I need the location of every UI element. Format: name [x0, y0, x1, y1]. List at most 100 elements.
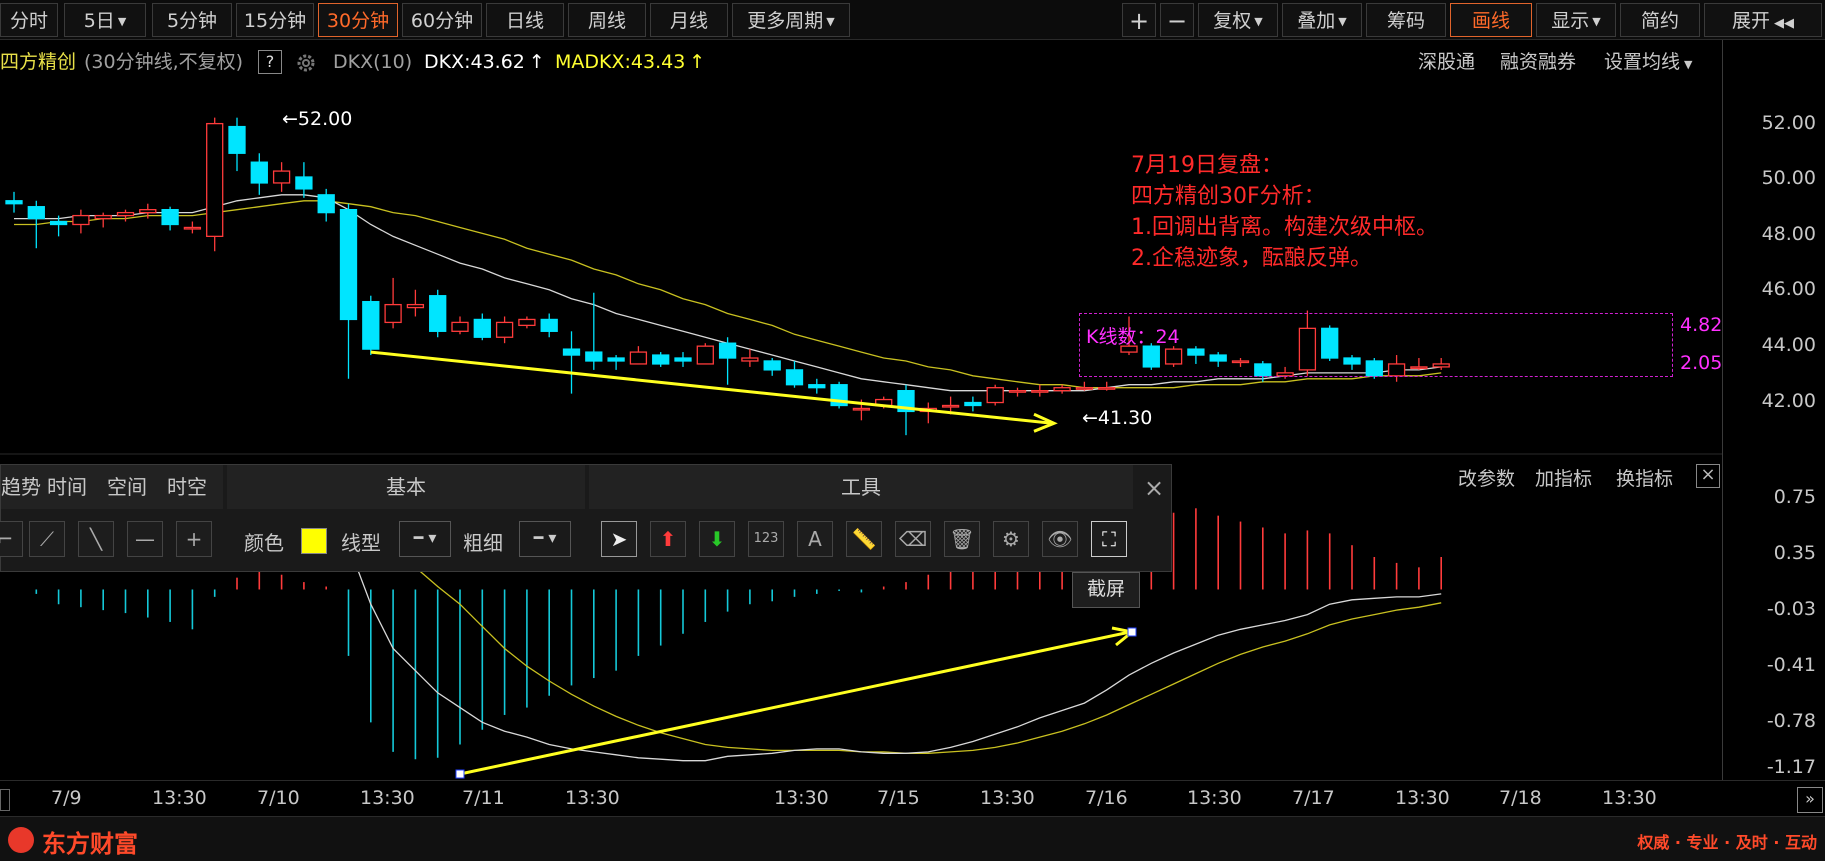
dropdown-icon: ▼ [117, 15, 127, 28]
date-tick: 13:30 [774, 787, 829, 809]
period-label: 分时 [9, 10, 48, 32]
linetype-dropdown[interactable]: ━ ▾ [399, 521, 451, 557]
period-tab-60min[interactable]: 60分钟 [402, 3, 482, 37]
dif-line [14, 544, 1442, 762]
display-button[interactable]: 显示 ▼ [1536, 3, 1616, 37]
crosshair-tool-icon[interactable]: + [176, 521, 212, 557]
madkx-value: MADKX:43.43 ↑ [555, 40, 705, 84]
help-button[interactable]: ? [258, 50, 282, 74]
zoom-out-icon: − [1166, 7, 1188, 35]
period-label: 15分钟 [243, 10, 307, 32]
expand-button[interactable]: 展开 ◀◀ [1704, 3, 1822, 37]
ray-tool-icon[interactable]: ⌐ [0, 521, 23, 557]
margin-trading-link[interactable]: 融资融券 [1500, 40, 1576, 84]
tab-space[interactable]: 空间 [107, 465, 147, 509]
candle-body [473, 318, 491, 338]
dropdown-icon: ▼ [1592, 15, 1601, 28]
date-tick: 7/17 [1292, 787, 1335, 809]
indicator-name[interactable]: DKX(10) [333, 40, 412, 84]
candle-body [339, 209, 358, 321]
tab-trend[interactable]: 趋势 [1, 465, 41, 509]
candle-body [206, 122, 224, 238]
period-tab-more[interactable]: 更多周期 ▼ [732, 3, 850, 37]
overlay-button[interactable]: 叠加 ▼ [1282, 3, 1362, 37]
thickness-dropdown[interactable]: ━ ▾ [519, 521, 571, 557]
period-tab-monthly[interactable]: 月线 [650, 3, 728, 37]
edit-params-link[interactable]: 改参数 [1458, 464, 1515, 491]
eye-icon[interactable]: 👁 [1042, 521, 1078, 557]
dkx-value: DKX:43.62 ↑ [424, 40, 545, 84]
review-annotation[interactable]: 7月19日复盘： 四方精创30F分析： 1.回调出背离。构建次级中枢。 2.企稳… [1131, 150, 1438, 274]
trash-icon[interactable]: 🗑 [944, 521, 980, 557]
screenshot-tool-icon[interactable]: ⛶ [1091, 521, 1127, 557]
number-tool-icon[interactable]: 123 [748, 521, 784, 557]
candle-body [295, 176, 313, 190]
arrow-down-tool-icon[interactable]: ⬇ [699, 521, 735, 557]
annotation-title: 7月19日复盘： [1131, 153, 1283, 178]
dropdown-icon: ▼ [1338, 15, 1347, 28]
hk-connect-link[interactable]: 深股通 [1418, 40, 1475, 84]
zoom-in-button[interactable]: + [1122, 3, 1156, 37]
candlestick-panel[interactable]: ←52.00 ←41.30 7月19日复盘： 四方精创30F分析： 1.回调出背… [0, 84, 1722, 456]
add-indicator-link[interactable]: 加指标 [1535, 464, 1592, 491]
macd-trend-arrow [459, 630, 1131, 776]
color-swatch[interactable] [301, 528, 327, 554]
ma-settings-link[interactable]: 设置均线 ▼ [1604, 40, 1692, 87]
candle-body [429, 295, 447, 332]
candle-body [406, 303, 425, 309]
zoom-out-button[interactable]: − [1160, 3, 1194, 37]
adjust-rights-button[interactable]: 复权 ▼ [1198, 3, 1278, 37]
close-icon[interactable]: × [1696, 464, 1720, 488]
line-tool-icon[interactable]: ╲ [78, 521, 114, 557]
period-tab-intraday[interactable]: 分时 [0, 3, 58, 37]
period-tab-15min[interactable]: 15分钟 [236, 3, 314, 37]
period-tab-5day[interactable]: 5日 ▼ [64, 3, 146, 37]
simple-mode-button[interactable]: 简约 [1620, 3, 1700, 37]
double-chevron-right-icon[interactable]: » [1797, 787, 1823, 813]
date-tick: 13:30 [565, 787, 620, 809]
date-tick: 13:30 [1187, 787, 1242, 809]
thickness-label: 粗细 [463, 531, 503, 555]
period-tab-weekly[interactable]: 周线 [568, 3, 646, 37]
period-tab-30min[interactable]: 30分钟 [318, 3, 398, 37]
eraser-tool-icon[interactable]: ⌫ [895, 521, 931, 557]
candle-body [49, 220, 68, 226]
switch-indicator-link[interactable]: 换指标 [1616, 464, 1673, 491]
settings-tool-icon[interactable]: ⚙ [993, 521, 1029, 557]
candle-body [808, 384, 826, 389]
price-tick: 42.00 [1761, 390, 1816, 412]
arrow-up-tool-icon[interactable]: ⬆ [650, 521, 686, 557]
draw-line-button[interactable]: 画线 [1450, 3, 1532, 37]
date-axis[interactable]: 7/9 13:30 7/10 13:30 7/11 13:30 13:30 7/… [0, 780, 1825, 817]
price-axis[interactable]: 52.00 50.00 48.00 46.00 44.00 42.00 0.75… [1722, 40, 1825, 780]
candle-body [94, 214, 112, 220]
dropdown-icon: ▼ [826, 15, 835, 28]
pointer-tool-icon[interactable]: ➤ [601, 521, 637, 557]
candle-body [317, 194, 335, 214]
candle-body [1098, 387, 1116, 390]
candlestick-chart[interactable] [0, 84, 1722, 456]
kline-count-label: K线数：24 [1086, 326, 1180, 348]
date-tick: 13:30 [360, 787, 415, 809]
segment-tool-icon[interactable]: ⟋ [29, 521, 65, 557]
period-tab-daily[interactable]: 日线 [486, 3, 564, 37]
tab-timespace[interactable]: 时空 [167, 465, 207, 509]
gear-icon[interactable] [295, 52, 317, 74]
candle-body [1053, 387, 1071, 392]
tab-time[interactable]: 时间 [47, 465, 87, 509]
period-tab-5min[interactable]: 5分钟 [152, 3, 232, 37]
macd-tick: -0.78 [1766, 710, 1816, 732]
low-price-text: 41.30 [1097, 407, 1153, 429]
button-label: 复权 [1213, 10, 1252, 32]
text-tool-icon[interactable]: A [797, 521, 833, 557]
scroll-left-handle[interactable] [0, 789, 10, 811]
high-price-text: 52.00 [297, 108, 353, 130]
double-chevron-left-icon: ◀◀ [1774, 16, 1794, 31]
ruler-tool-icon[interactable]: 📏 [846, 521, 882, 557]
horizontal-line-tool-icon[interactable]: — [127, 521, 163, 557]
chips-button[interactable]: 筹码 [1366, 3, 1446, 37]
box-bottom-value: 2.05 [1680, 352, 1723, 374]
panel-close-button[interactable]: × [1141, 475, 1167, 501]
date-tick: 7/16 [1085, 787, 1128, 809]
drawing-tool-panel[interactable]: 趋势 时间 空间 时空 基本 工具 × ⌐ ⟋ ╲ — + 颜色 线型 ━ ▾ … [0, 464, 1172, 572]
